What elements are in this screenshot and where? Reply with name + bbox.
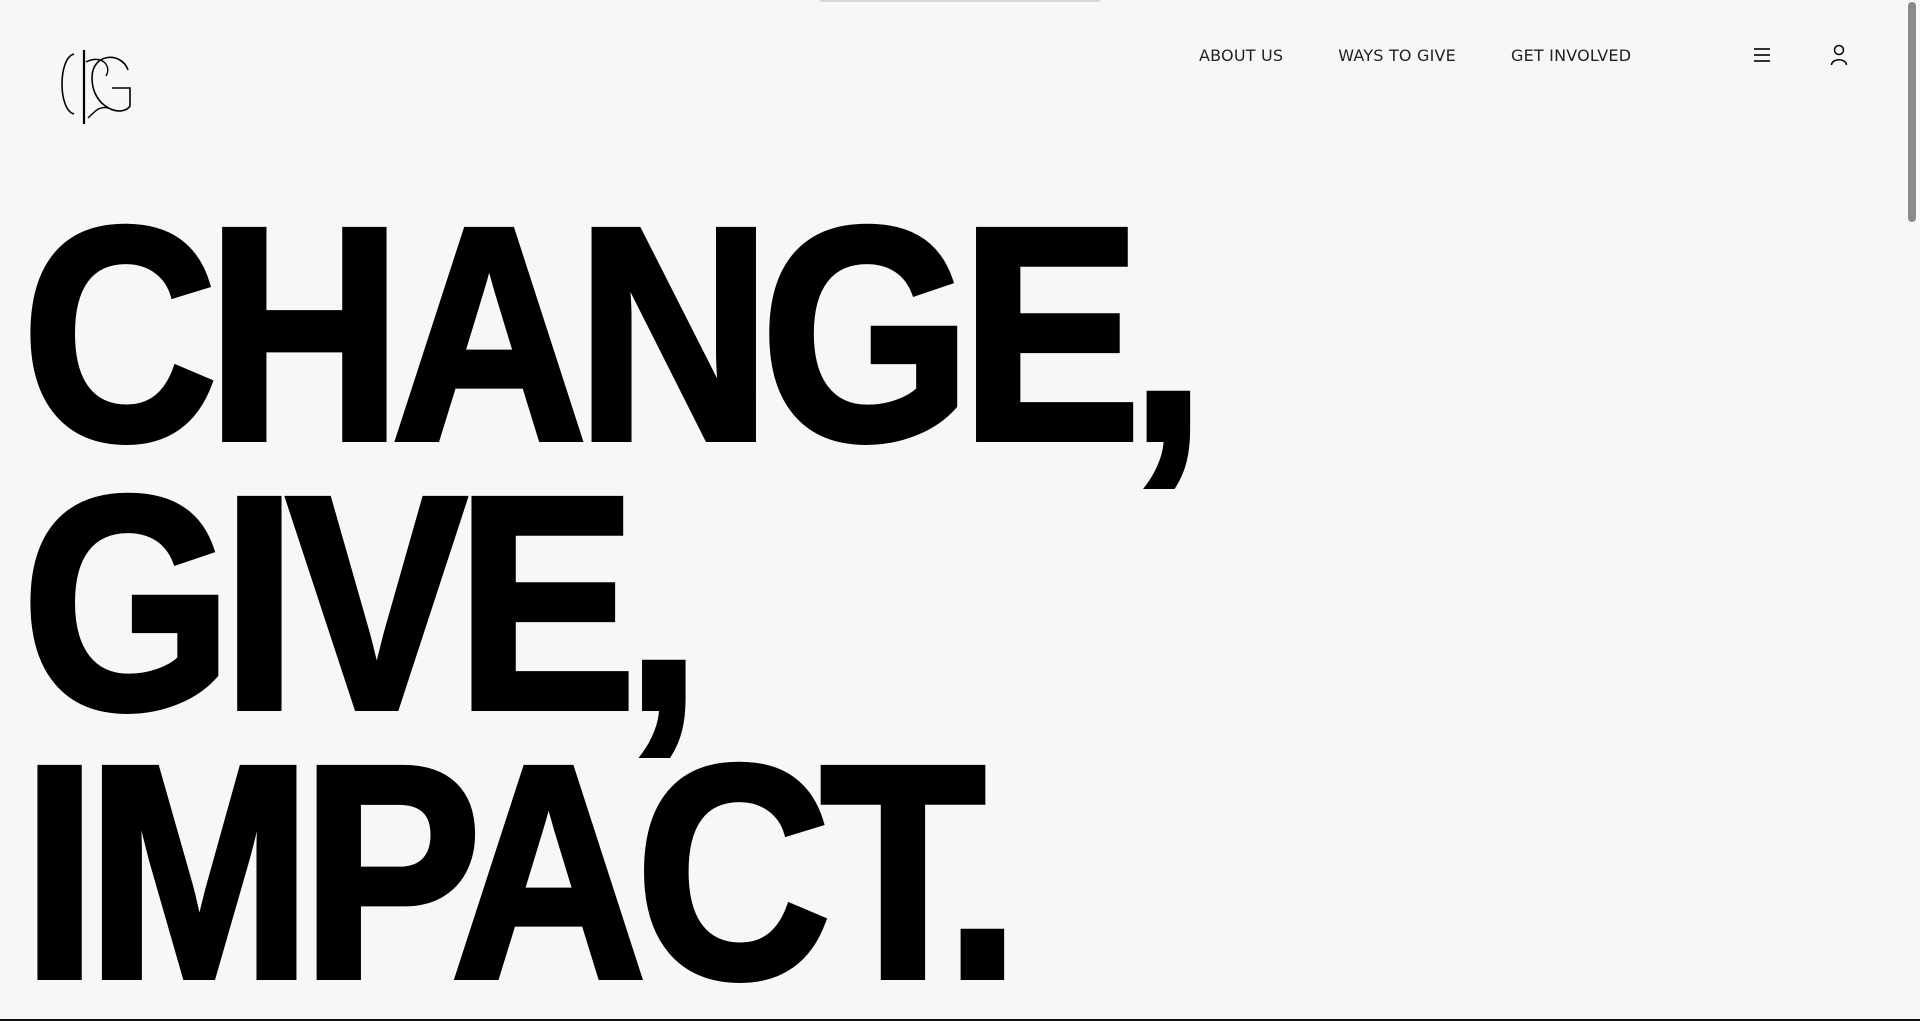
cig-logo-icon (61, 50, 131, 124)
hero-line-1: CHANGE, (19, 165, 1208, 504)
hero-line-3: IMPACT. (19, 703, 1022, 1021)
site-header: ABOUT US WAYS TO GIVE GET INVOLVED (0, 0, 1900, 130)
hero-headline: CHANGE, GIVE, IMPACT. (19, 165, 1208, 1021)
site-logo[interactable] (56, 48, 136, 128)
main-nav: ABOUT US WAYS TO GIVE GET INVOLVED (1199, 46, 1631, 65)
hamburger-menu-icon (1754, 48, 1770, 62)
page-scrollbar[interactable] (1904, 0, 1920, 1021)
hero-line-2: GIVE, (19, 434, 703, 773)
nav-get-involved[interactable]: GET INVOLVED (1511, 46, 1631, 65)
account-button[interactable] (1826, 42, 1852, 68)
nav-about-us[interactable]: ABOUT US (1199, 46, 1283, 65)
nav-ways-to-give[interactable]: WAYS TO GIVE (1338, 46, 1456, 65)
user-account-icon (1830, 44, 1848, 66)
menu-button[interactable] (1749, 42, 1775, 68)
scrollbar-thumb[interactable] (1908, 2, 1916, 222)
